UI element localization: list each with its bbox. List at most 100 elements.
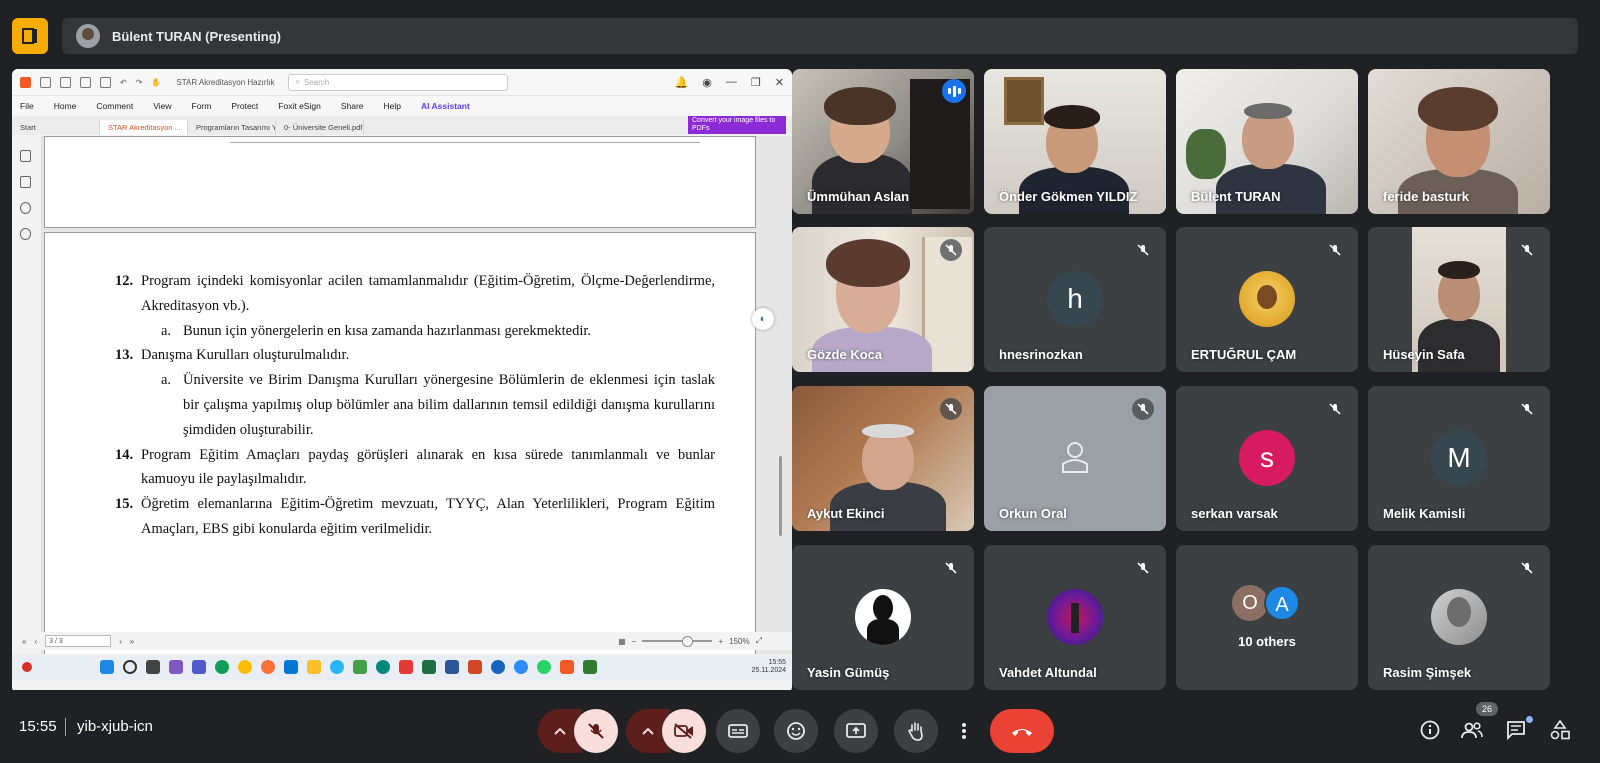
participant-tile[interactable]: h hnesrinozkan	[984, 227, 1166, 372]
windows-start-icon[interactable]	[100, 660, 114, 674]
pages-icon[interactable]	[20, 176, 31, 188]
tab-programlarin-tasarimi[interactable]: Programların Tasarımı Y...	[188, 120, 276, 135]
participant-tile[interactable]: s serkan varsak	[1176, 386, 1358, 531]
zoom-in-icon[interactable]: +	[718, 637, 723, 646]
maximize-icon[interactable]: ❐	[751, 76, 761, 89]
zoom-app-icon[interactable]	[514, 660, 528, 674]
edge-icon[interactable]	[215, 660, 229, 674]
participant-tile[interactable]: Ümmühan Aslan	[792, 69, 974, 214]
hand-tool-icon[interactable]: ✋	[151, 78, 161, 87]
pdf-search-input[interactable]: ⌕ Search	[288, 73, 509, 91]
print-icon[interactable]	[80, 76, 91, 88]
network-app-icon[interactable]	[353, 660, 367, 674]
participant-tile[interactable]: Orkun Oral	[984, 386, 1166, 531]
teams-icon[interactable]	[192, 660, 206, 674]
mic-toggle-button[interactable]	[574, 709, 618, 753]
vertical-scrollbar[interactable]	[779, 456, 782, 536]
promo-banner[interactable]: Convert your image files to PDFs	[688, 116, 786, 134]
terminal-icon[interactable]	[583, 660, 597, 674]
chat-button[interactable]	[1504, 718, 1528, 742]
ai-assistant-float-icon[interactable]: ◐	[752, 308, 774, 330]
folder-icon[interactable]	[307, 660, 321, 674]
account-icon[interactable]: ◉	[702, 76, 712, 89]
page-number-input[interactable]: 3 / 3	[45, 635, 112, 647]
more-options-button[interactable]	[952, 709, 976, 753]
participant-tile[interactable]: ERTUĞRUL ÇAM	[1176, 227, 1358, 372]
bell-icon[interactable]: 🔔	[675, 76, 689, 89]
activities-button[interactable]	[1548, 718, 1572, 742]
first-page-icon[interactable]: «	[22, 637, 26, 646]
presenting-banner[interactable]: Bülent TURAN (Presenting)	[62, 18, 1578, 54]
menu-file[interactable]: File	[20, 101, 34, 111]
tab-start[interactable]: Start	[12, 120, 100, 135]
participant-tile[interactable]: Bülent TURAN	[1176, 69, 1358, 214]
participant-tile-others[interactable]: O A 10 others	[1176, 545, 1358, 690]
menu-share[interactable]: Share	[341, 101, 364, 111]
last-page-icon[interactable]: »	[130, 637, 134, 646]
leave-call-button[interactable]	[990, 709, 1054, 753]
participant-tile[interactable]: Gözde Koca	[792, 227, 974, 372]
export-icon[interactable]	[100, 76, 111, 88]
foxit-taskbar-icon[interactable]	[560, 660, 574, 674]
undo-icon[interactable]: ↶	[120, 78, 127, 87]
participant-tile[interactable]: Rasim Şimşek	[1368, 545, 1550, 690]
participant-tile[interactable]: Önder Gökmen YILDIZ	[984, 69, 1166, 214]
prev-page-icon[interactable]: ‹	[34, 637, 37, 646]
close-icon[interactable]: ✕	[775, 76, 784, 89]
taskbar-clock: 15:55 25.11.2024	[751, 659, 786, 675]
store-icon[interactable]	[284, 660, 298, 674]
bookmark-icon[interactable]	[20, 150, 31, 162]
menu-help[interactable]: Help	[384, 101, 401, 111]
app-v-icon[interactable]	[491, 660, 505, 674]
raise-hand-button[interactable]	[894, 709, 938, 753]
firefox-icon[interactable]	[261, 660, 275, 674]
zoom-level[interactable]: 150%	[729, 637, 749, 646]
participant-tile[interactable]: Aykut Ekinci	[792, 386, 974, 531]
meeting-details-button[interactable]	[1418, 718, 1442, 742]
menu-foxit-esign[interactable]: Foxit eSign	[278, 101, 321, 111]
open-icon[interactable]	[40, 76, 51, 88]
acrobat-icon[interactable]	[399, 660, 413, 674]
minimize-icon[interactable]: —	[726, 76, 737, 89]
attachment-icon[interactable]	[20, 228, 31, 240]
present-screen-button[interactable]	[834, 709, 878, 753]
fullscreen-icon[interactable]: ⤢	[756, 636, 762, 646]
browser-icon[interactable]	[376, 660, 390, 674]
notification-badge-icon[interactable]	[22, 662, 32, 672]
tab-universite-geneli[interactable]: 0- Üniversite Geneli.pdf	[276, 120, 364, 135]
whatsapp-icon[interactable]	[537, 660, 551, 674]
excel-icon[interactable]	[422, 660, 436, 674]
tab-star-akreditasyon[interactable]: STAR Akreditasyon ...	[100, 120, 188, 135]
menu-view[interactable]: View	[153, 101, 171, 111]
menu-comment[interactable]: Comment	[96, 101, 133, 111]
word-icon[interactable]	[445, 660, 459, 674]
view-mode-icon[interactable]: ▦	[618, 637, 626, 646]
search-taskbar-icon[interactable]	[123, 660, 137, 674]
task-view-icon[interactable]	[146, 660, 160, 674]
meeting-code[interactable]: yib-xjub-icn	[77, 718, 153, 735]
top-bar: Bülent TURAN (Presenting)	[0, 0, 1600, 70]
captions-button[interactable]	[716, 709, 760, 753]
menu-protect[interactable]: Protect	[231, 101, 258, 111]
globe-icon[interactable]	[330, 660, 344, 674]
menu-form[interactable]: Form	[192, 101, 212, 111]
participant-tile[interactable]: Hüseyin Safa	[1368, 227, 1550, 372]
copilot-icon[interactable]	[169, 660, 183, 674]
powerpoint-icon[interactable]	[468, 660, 482, 674]
participant-tile[interactable]: Vahdet Altundal	[984, 545, 1166, 690]
participant-tile[interactable]: M Melik Kamisli	[1368, 386, 1550, 531]
menu-home[interactable]: Home	[54, 101, 77, 111]
zoom-slider[interactable]	[642, 636, 713, 647]
participant-tile[interactable]: Yasin Gümüş	[792, 545, 974, 690]
redo-icon[interactable]: ↷	[136, 78, 143, 87]
participant-tile[interactable]: feride basturk	[1368, 69, 1550, 214]
next-page-icon[interactable]: ›	[119, 637, 122, 646]
chrome-icon[interactable]	[238, 660, 252, 674]
menu-ai-assistant[interactable]: AI Assistant	[421, 101, 470, 111]
people-button[interactable]	[1460, 718, 1484, 742]
emoji-reaction-button[interactable]	[774, 709, 818, 753]
camera-toggle-button[interactable]	[662, 709, 706, 753]
comments-icon[interactable]	[20, 202, 31, 214]
zoom-out-icon[interactable]: −	[632, 637, 637, 646]
save-icon[interactable]	[60, 76, 71, 88]
